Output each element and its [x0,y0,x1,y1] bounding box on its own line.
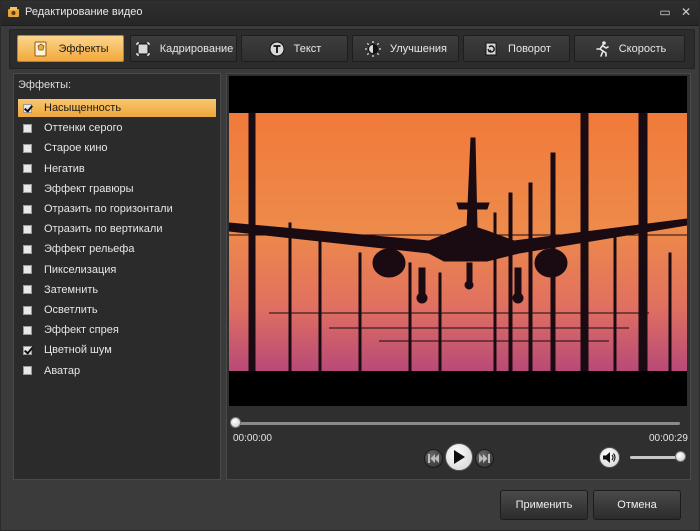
effect-item[interactable]: Старое кино [18,139,216,157]
tab-effects[interactable]: Эффекты [17,35,124,62]
effect-label: Затемнить [44,283,99,296]
volume-button[interactable] [599,447,620,468]
rotate-icon [485,42,497,55]
tab-label: Улучшения [389,42,448,55]
running-man-icon [595,40,609,57]
effect-item[interactable]: Эффект спрея [18,321,216,339]
tab-rotate[interactable]: Поворот [463,35,570,62]
effect-item[interactable]: Цветной шум [18,341,216,359]
effect-checkbox[interactable] [23,103,32,113]
video-frame-image [229,113,687,371]
title-bar[interactable]: Редактирование видео ▭ ✕ [1,1,699,26]
effect-checkbox[interactable] [23,345,32,355]
effect-item[interactable]: Негатив [18,160,216,178]
tab-enhance[interactable]: Улучшения [352,35,459,62]
effect-item[interactable]: Аватар [18,362,216,380]
effect-checkbox[interactable] [23,325,32,335]
effect-checkbox[interactable] [23,366,32,376]
effect-item[interactable]: Оттенки серого [18,119,216,137]
effect-checkbox[interactable] [23,123,32,133]
skip-back-icon [428,454,439,463]
effect-checkbox[interactable] [23,265,32,275]
effect-label: Отразить по вертикали [44,223,163,236]
volume-slider-track[interactable] [630,456,680,459]
crop-icon [135,41,150,56]
tab-crop[interactable]: Кадрирование [130,35,237,62]
effects-icon [34,41,47,56]
effects-panel-title: Эффекты: [18,79,72,91]
effect-label: Оттенки серого [44,122,123,135]
effect-label: Аватар [44,364,81,377]
effect-checkbox[interactable] [23,164,32,174]
effect-label: Эффект спрея [44,324,119,337]
video-editor-window: Редактирование видео ▭ ✕ Эффекты Кадриро… [0,0,700,531]
tab-speed[interactable]: Скорость [574,35,685,62]
text-icon [269,41,285,56]
brightness-icon [364,40,381,57]
effect-checkbox[interactable] [23,244,32,254]
window-title: Редактирование видео [25,6,143,18]
tab-text[interactable]: Текст [241,35,348,62]
effect-item[interactable]: Осветлить [18,301,216,319]
app-logo-icon [8,7,19,17]
volume-slider-handle[interactable] [675,451,686,462]
minimize-button[interactable]: ▭ [657,4,673,20]
tab-label: Кадрирование [159,42,234,55]
skip-back-button[interactable] [424,449,443,468]
tab-label: Скорость [618,42,667,55]
current-time: 00:00:00 [233,433,272,444]
effect-checkbox[interactable] [23,143,32,153]
close-button[interactable]: ✕ [678,4,694,20]
apply-button[interactable]: Применить [500,490,588,520]
skip-forward-icon [479,454,490,463]
effect-item[interactable]: Насыщенность [18,99,216,117]
effect-item[interactable]: Эффект рельефа [18,240,216,258]
effect-label: Эффект рельефа [44,243,135,256]
effect-item[interactable]: Затемнить [18,281,216,299]
effect-label: Цветной шум [44,344,112,357]
effects-panel: Эффекты: Насыщенность Оттенки серого Старо… [13,73,221,480]
video-preview[interactable] [229,76,687,406]
effect-item[interactable]: Эффект гравюры [18,180,216,198]
effect-item[interactable]: Отразить по вертикали [18,220,216,238]
effect-label: Эффект гравюры [44,182,134,195]
tab-label: Текст [293,42,322,55]
effect-checkbox[interactable] [23,305,32,315]
seek-bar-handle[interactable] [230,417,241,428]
effect-item[interactable]: Отразить по горизонтали [18,200,216,218]
skip-forward-button[interactable] [475,449,494,468]
tab-bar: Эффекты Кадрирование Текст Улучшения Пов… [9,29,695,69]
effect-label: Негатив [44,162,85,175]
effect-checkbox[interactable] [23,204,32,214]
play-button[interactable] [445,443,473,471]
tab-label: Эффекты [58,42,109,55]
tab-label: Поворот [508,42,551,55]
cancel-button[interactable]: Отмена [593,490,681,520]
play-icon [454,450,465,464]
effect-checkbox[interactable] [23,285,32,295]
effect-label: Старое кино [44,142,108,155]
effect-label: Насыщенность [44,102,122,114]
effect-label: Осветлить [44,304,98,316]
effect-checkbox[interactable] [23,184,32,194]
effect-label: Отразить по горизонтали [44,203,173,215]
speaker-icon [603,452,616,463]
effect-checkbox[interactable] [23,224,32,234]
effect-label: Пикселизация [44,263,117,276]
seek-bar-track[interactable] [235,422,680,425]
total-time: 00:00:29 [649,433,688,444]
effect-item[interactable]: Пикселизация [18,261,216,279]
